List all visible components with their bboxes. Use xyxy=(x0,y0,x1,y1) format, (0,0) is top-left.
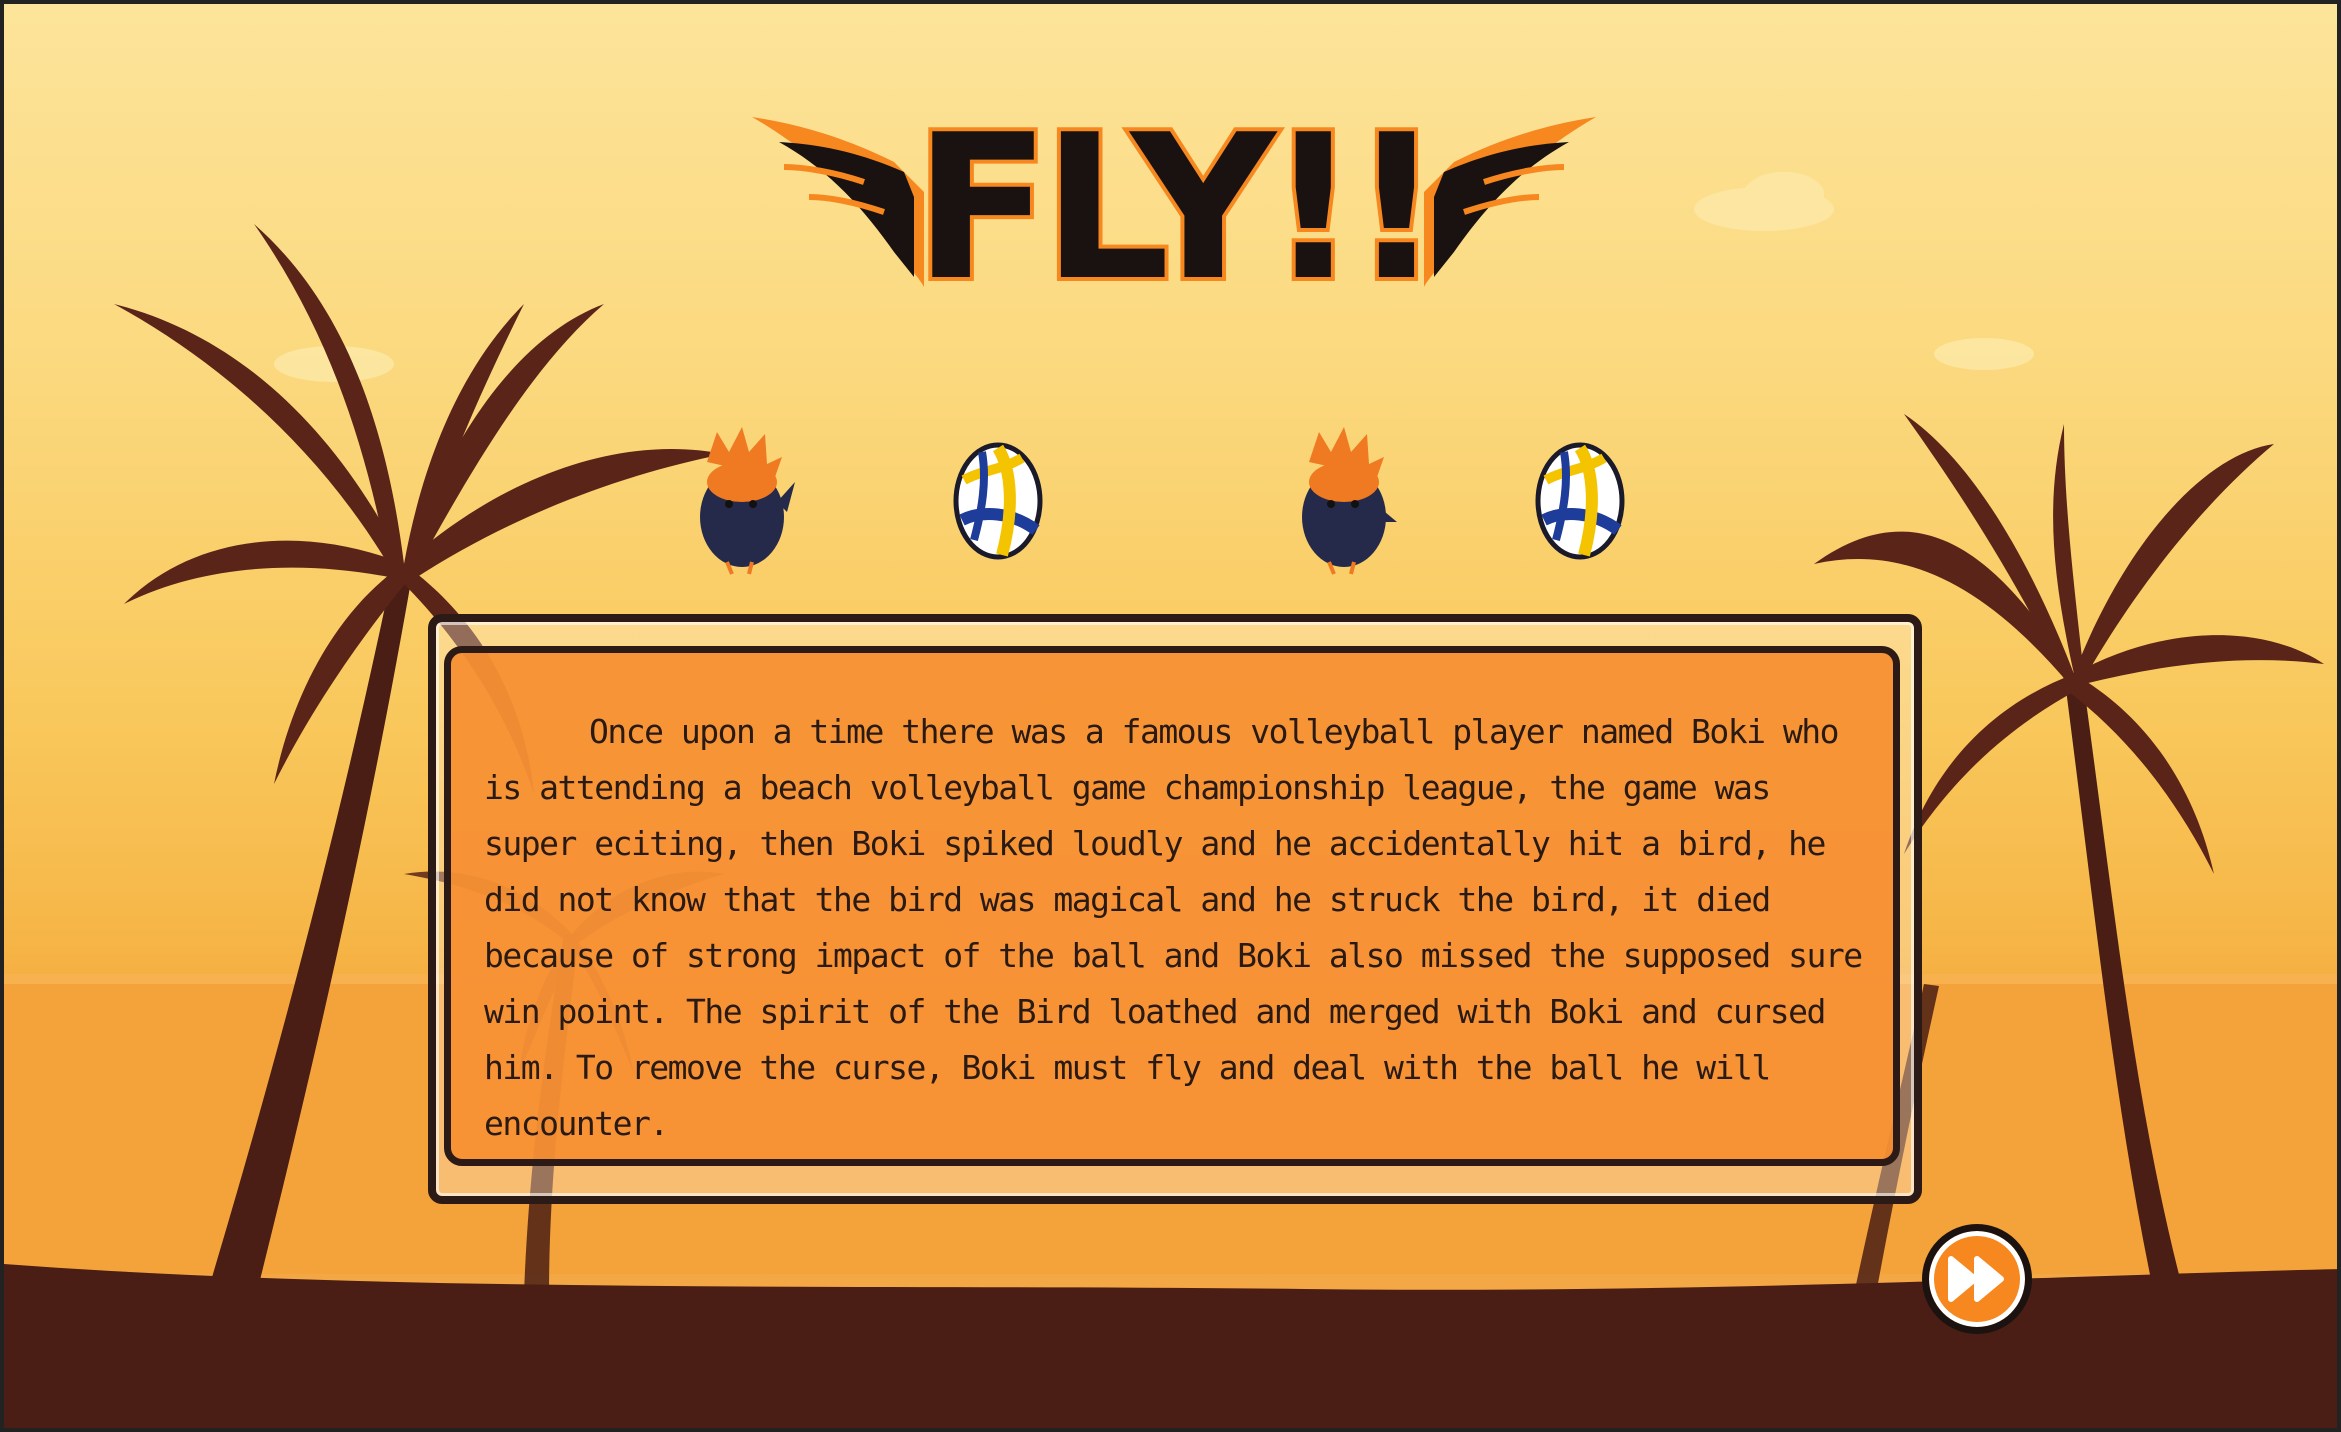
boki-character-icon xyxy=(700,427,795,575)
fly-logo: FLY!! xyxy=(752,88,1596,329)
logo-text: FLY!! xyxy=(914,92,1434,325)
left-wing-icon xyxy=(752,117,924,287)
right-wing-icon xyxy=(1424,117,1596,287)
story-text: Once upon a time there was a famous voll… xyxy=(484,712,1863,1143)
skip-button[interactable] xyxy=(1922,1224,2032,1334)
boki-character-icon xyxy=(1302,427,1397,575)
game-scene: FLY!! Once upon a time there was a famou… xyxy=(0,0,2341,1432)
volleyball-icon xyxy=(1535,442,1625,560)
fast-forward-icon xyxy=(1948,1256,2004,1302)
volleyball-icon xyxy=(953,442,1043,560)
